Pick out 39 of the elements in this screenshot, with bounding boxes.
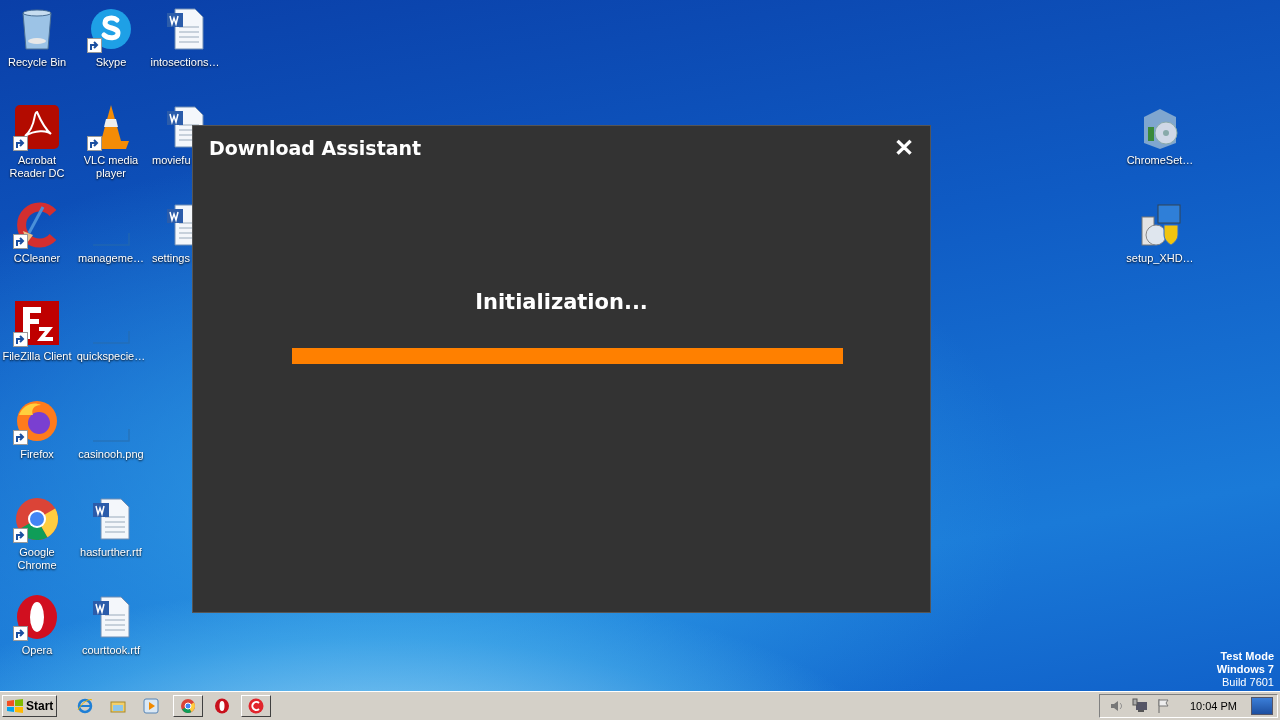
desktop-icon-label[interactable]: Recycle Bin (7, 56, 67, 69)
desktop-icon-label[interactable]: settings (152, 252, 190, 265)
taskbar-app-button[interactable] (173, 695, 204, 717)
desktop-icon-label[interactable]: Firefox (20, 448, 54, 461)
desktop-icon-label[interactable]: moviefu (152, 154, 191, 167)
desktop-icon-label[interactable]: CCleaner (13, 252, 61, 265)
acrobat-icon[interactable] (13, 103, 61, 151)
windows-logo-icon (6, 698, 24, 714)
desktop-icon-label[interactable]: setup_XHD… (1126, 252, 1194, 265)
chrome-icon[interactable] (180, 698, 197, 714)
opera-icon[interactable] (214, 698, 231, 714)
test-mode-notice: Windows 7 (1216, 663, 1274, 676)
desktop-icon-label[interactable]: quickspecie… (76, 350, 146, 363)
ccleaner-icon[interactable] (248, 698, 265, 714)
desktop-icon-label[interactable]: Opera (21, 644, 53, 657)
status-text: Initialization... (475, 290, 648, 314)
clock[interactable]: 10:04 PM (1189, 700, 1237, 712)
dialog-title: Download Assistant (209, 137, 422, 159)
test-mode-notice: Test Mode (1220, 650, 1274, 663)
test-mode-notice: Build 7601 (1222, 676, 1274, 689)
start-button[interactable]: Start (2, 695, 58, 717)
filezilla-icon[interactable] (13, 299, 61, 347)
desktop-icon-label[interactable]: Google Chrome (0, 546, 74, 572)
desktop-icon-label[interactable]: ChromeSet… (1126, 154, 1194, 167)
network-icon[interactable] (1131, 698, 1148, 714)
desktop-icon-label[interactable]: VLC media player (74, 154, 148, 180)
desktop-icon-label[interactable]: intosections… (150, 56, 220, 69)
desktop-icon-label[interactable]: FileZilla Client (2, 350, 72, 363)
taskbar-app-button[interactable] (241, 695, 272, 717)
browser-icon[interactable] (77, 698, 94, 714)
desktop-icon-label[interactable]: Skype (95, 56, 127, 69)
desktop-icon-label[interactable]: manageme… (77, 252, 144, 265)
desktop-icon-label[interactable]: hasfurther.rtf (80, 546, 142, 559)
desktop-icon-label[interactable]: courttook.rtf (81, 644, 141, 657)
desktop-icon-label[interactable]: casinooh.png (78, 448, 144, 461)
chrome-icon[interactable] (13, 495, 61, 543)
flag-icon[interactable] (1155, 698, 1172, 714)
close-button[interactable]: ✕ (894, 136, 914, 160)
desktop-icon-label[interactable]: Acrobat Reader DC (0, 154, 74, 180)
